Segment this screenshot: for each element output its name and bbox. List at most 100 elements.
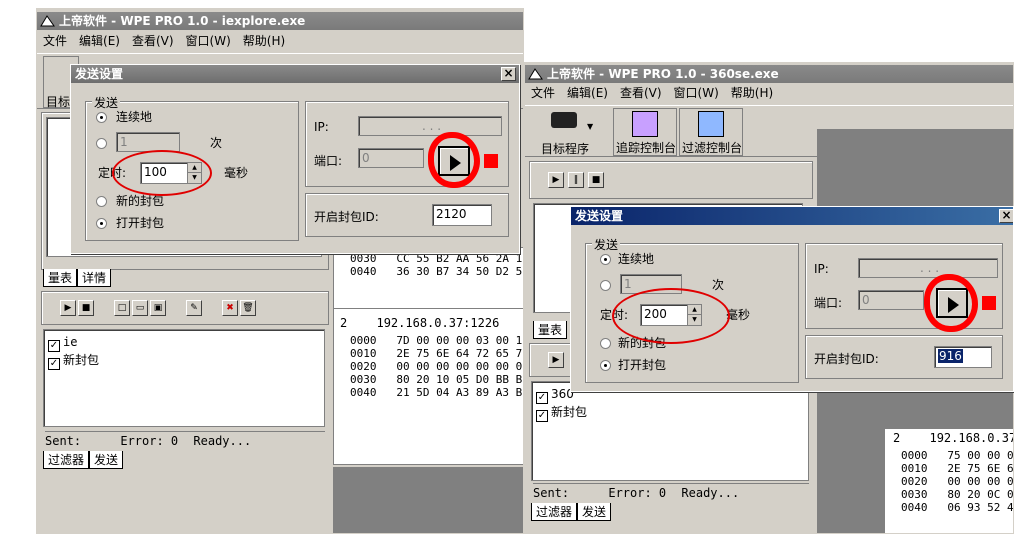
- checkbox-checked-icon[interactable]: ✓: [48, 340, 60, 352]
- hex-row: 0020 00 00 00 0: [901, 475, 1014, 488]
- hex-row: 0010 2E 75 6E 6: [901, 462, 1014, 475]
- trash-icon[interactable]: 🗑: [240, 300, 256, 316]
- menu-view[interactable]: 查看(V): [132, 34, 174, 48]
- filter-console-button[interactable]: 过滤控制台: [679, 108, 743, 156]
- filter-item-new-packet[interactable]: ✓ 新封包: [536, 404, 587, 422]
- tab-filter[interactable]: 过滤器: [43, 451, 90, 469]
- radio-count[interactable]: [600, 280, 611, 291]
- checkbox-checked-icon[interactable]: ✓: [48, 358, 60, 370]
- right-bottom-tabs: 过滤器 发送: [531, 503, 612, 521]
- new-file-icon[interactable]: □: [114, 300, 130, 316]
- radio-open-packet[interactable]: [600, 360, 611, 371]
- ip-label: IP:: [314, 120, 329, 134]
- status-error: Error: 0: [608, 486, 667, 500]
- tab-filter[interactable]: 过滤器: [531, 503, 578, 521]
- ip-label: IP:: [814, 262, 829, 276]
- menu-window[interactable]: 窗口(W): [674, 86, 719, 100]
- tab-send[interactable]: 发送: [89, 451, 124, 469]
- status-sent: Sent:: [533, 486, 570, 500]
- filter-item-new-packet[interactable]: ✓ 新封包: [48, 352, 99, 370]
- open-id-input[interactable]: 2120: [432, 204, 492, 226]
- open-folder-icon[interactable]: ▭: [132, 300, 148, 316]
- radio-new-packet[interactable]: [600, 338, 611, 349]
- open-id-label: 开启封包ID:: [814, 352, 879, 366]
- left-mdi-background: [333, 467, 523, 533]
- target-program-button[interactable]: ▼ 目标程序: [531, 108, 607, 156]
- port-input[interactable]: 0: [358, 148, 424, 168]
- radio-open-packet-label: 打开封包: [116, 216, 165, 230]
- annotation-circle: [612, 288, 730, 344]
- play-icon[interactable]: ▶: [548, 172, 564, 188]
- menu-file[interactable]: 文件: [531, 86, 555, 100]
- ip-input[interactable]: . . .: [358, 116, 502, 136]
- close-icon[interactable]: ×: [999, 209, 1013, 223]
- menu-help[interactable]: 帮助(H): [243, 34, 285, 48]
- menu-file[interactable]: 文件: [43, 34, 67, 48]
- stop-send-button[interactable]: [484, 154, 498, 168]
- left-dialog-titlebar[interactable]: 发送设置: [71, 65, 519, 83]
- hex-row: 0030 80 20 10 05 D0 BB B: [350, 373, 523, 386]
- tab-details[interactable]: 详情: [77, 269, 112, 287]
- count-input[interactable]: 1: [116, 132, 180, 152]
- menu-edit[interactable]: 编辑(E): [567, 86, 608, 100]
- pause-icon[interactable]: ‖: [568, 172, 584, 188]
- edit-pencil-icon[interactable]: ✎: [186, 300, 202, 316]
- stop-send-button[interactable]: [982, 296, 996, 310]
- radio-open-packet[interactable]: [96, 218, 107, 229]
- menu-window[interactable]: 窗口(W): [186, 34, 231, 48]
- timer-unit: 毫秒: [224, 166, 249, 180]
- target-groupbox: IP: . . . 端口: 0: [805, 243, 1003, 332]
- radio-continuous-label: 连续地: [116, 110, 153, 124]
- app-logo-icon: [40, 14, 55, 27]
- ip-input[interactable]: . . .: [858, 258, 998, 278]
- left-bottom-tabs: 过滤器 发送: [43, 451, 124, 469]
- target-groupbox: IP: . . . 端口: 0: [305, 101, 509, 188]
- save-icon[interactable]: ▣: [150, 300, 166, 316]
- filter-item-ie[interactable]: ✓ ie: [48, 334, 99, 352]
- radio-continuous[interactable]: [96, 112, 107, 123]
- right-window-title: 上帝软件 - WPE PRO 1.0 - 360se.exe: [547, 67, 779, 81]
- delete-icon[interactable]: ✖: [222, 300, 238, 316]
- count-unit: 次: [210, 136, 223, 150]
- menu-help[interactable]: 帮助(H): [731, 86, 773, 100]
- radio-continuous-label: 连续地: [618, 252, 655, 266]
- trace-console-button[interactable]: 追踪控制台: [613, 108, 677, 156]
- right-dialog-titlebar[interactable]: 发送设置: [571, 207, 1013, 225]
- menu-view[interactable]: 查看(V): [620, 86, 662, 100]
- radio-continuous[interactable]: [600, 254, 611, 265]
- tab-stats[interactable]: 量表: [43, 269, 78, 287]
- open-id-groupbox: 开启封包ID: 916: [805, 335, 1003, 379]
- status-ready: Ready...: [681, 486, 740, 500]
- hex-row: 0010 2E 75 6E 64 72 65 7: [350, 347, 523, 360]
- menu-edit[interactable]: 编辑(E): [79, 34, 120, 48]
- right-window-titlebar[interactable]: 上帝软件 - WPE PRO 1.0 - 360se.exe: [525, 65, 1013, 83]
- open-id-groupbox: 开启封包ID: 2120: [305, 193, 509, 237]
- radio-new-packet[interactable]: [96, 196, 107, 207]
- play-icon[interactable]: ▶: [60, 300, 76, 316]
- tab-send[interactable]: 发送: [577, 503, 612, 521]
- tab-stats[interactable]: 量表: [533, 321, 568, 339]
- right-dialog-title: 发送设置: [575, 209, 624, 223]
- count-unit: 次: [712, 278, 725, 292]
- hex-row: 0040 21 5D 04 A3 89 A3 B: [350, 386, 523, 399]
- checkbox-checked-icon[interactable]: ✓: [536, 410, 548, 422]
- play-icon[interactable]: ▶: [548, 352, 564, 368]
- left-window-titlebar[interactable]: 上帝软件 - WPE PRO 1.0 - iexplore.exe: [37, 12, 523, 30]
- open-id-input[interactable]: 916: [934, 346, 992, 368]
- right-send-dialog: 发送设置 × 发送 连续地 1 次 定时: 200 ▲ ▼ 毫秒 新的封包 打开…: [570, 206, 1014, 392]
- hex-row: 0020 00 00 00 00 00 00 0: [350, 360, 523, 373]
- checkbox-checked-icon[interactable]: ✓: [536, 392, 548, 404]
- trace-console-label: 追踪控制台: [616, 141, 677, 155]
- group-label: 发送: [592, 236, 621, 253]
- status-ready: Ready...: [193, 434, 252, 448]
- radio-count[interactable]: [96, 138, 107, 149]
- close-icon[interactable]: ×: [501, 67, 516, 81]
- port-input[interactable]: 0: [858, 290, 924, 310]
- packet-header: 2 192.168.0.37: [893, 431, 1014, 445]
- stop-icon[interactable]: ■: [78, 300, 94, 316]
- stop-icon[interactable]: ■: [588, 172, 604, 188]
- target-label: 目标: [46, 95, 71, 109]
- open-id-label: 开启封包ID:: [314, 210, 379, 224]
- send-groupbox: 发送 连续地 1 次 定时: 200 ▲ ▼ 毫秒 新的封包 打开封包: [585, 236, 799, 383]
- annotation-scribble: [428, 132, 480, 188]
